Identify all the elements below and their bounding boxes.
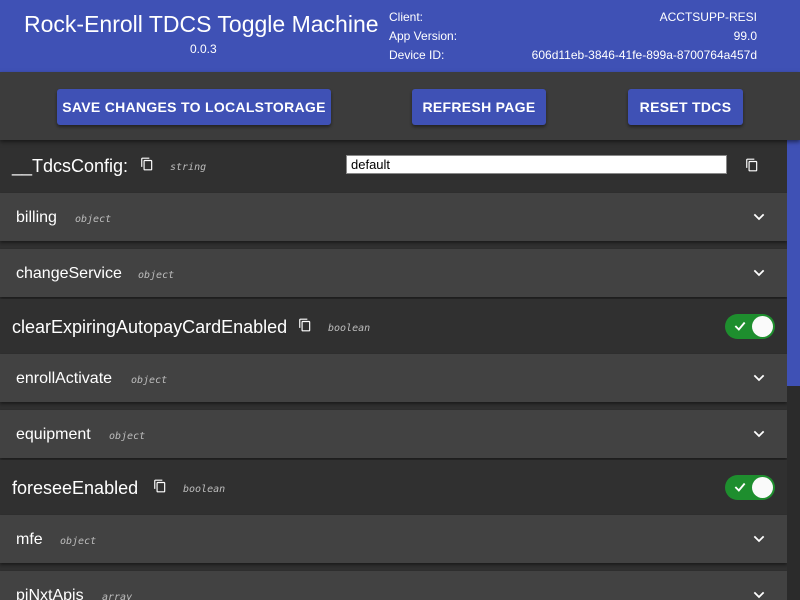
action-toolbar: SAVE CHANGES TO LOCALSTORAGE REFRESH PAG… (0, 72, 800, 140)
app-version-row: App Version: 99.0 (389, 28, 757, 47)
reset-tdcs-button[interactable]: RESET TDCS (628, 89, 743, 125)
client-value: ACCTSUPP-RESI (659, 10, 757, 24)
type-label: object (75, 214, 112, 225)
client-row: Client: ACCTSUPP-RESI (389, 9, 757, 28)
config-key: changeService (16, 265, 122, 282)
device-id-row: Device ID: 606d11eb-3846-41fe-899a-87007… (389, 47, 757, 66)
chevron-down-icon[interactable] (751, 209, 767, 225)
chevron-down-icon[interactable] (751, 531, 767, 547)
config-key: billing (16, 209, 57, 226)
device-id-value: 606d11eb-3846-41fe-899a-8700764a457d (531, 48, 757, 62)
toggle-knob (752, 477, 773, 498)
type-label: object (60, 536, 97, 547)
scrollbar-thumb[interactable] (787, 140, 800, 386)
app-header: Rock-Enroll TDCS Toggle Machine 0.0.3 Cl… (0, 0, 800, 72)
copy-icon[interactable] (298, 318, 312, 332)
copy-icon[interactable] (745, 158, 759, 172)
app-version: 0.0.3 (190, 42, 217, 56)
app-title: Rock-Enroll TDCS Toggle Machine (24, 11, 379, 37)
client-info: Client: ACCTSUPP-RESI App Version: 99.0 … (389, 9, 757, 66)
refresh-page-button[interactable]: REFRESH PAGE (412, 89, 546, 125)
config-row-billing[interactable]: billing object (0, 193, 787, 241)
type-label: array (102, 592, 133, 600)
config-row-equipment[interactable]: equipment object (0, 410, 787, 458)
chevron-down-icon[interactable] (751, 370, 767, 386)
tdcsconfig-input[interactable] (346, 155, 727, 174)
config-key: __TdcsConfig: (12, 156, 129, 176)
device-id-label: Device ID: (389, 48, 445, 62)
type-label: object (138, 270, 175, 281)
config-list: __TdcsConfig: string billing object chan… (0, 140, 787, 600)
config-row-changeservice[interactable]: changeService object (0, 249, 787, 297)
chevron-down-icon[interactable] (751, 426, 767, 442)
config-row-tdcsconfig: __TdcsConfig: string (0, 140, 787, 190)
scrollbar-track[interactable] (787, 140, 800, 600)
type-label: boolean (328, 323, 371, 334)
config-key: clearExpiringAutopayCardEnabled (12, 317, 288, 337)
app-version-value: 99.0 (733, 29, 757, 43)
config-row-foreseeenabled: foreseeEnabled boolean (0, 460, 787, 512)
config-row-pinxtapis[interactable]: piNxtApis array (0, 571, 787, 600)
save-changes-button[interactable]: SAVE CHANGES TO LOCALSTORAGE (57, 89, 331, 125)
toggle-knob (752, 316, 773, 337)
app-version-label: App Version: (389, 29, 458, 43)
config-key: piNxtApis (16, 587, 84, 600)
chevron-down-icon[interactable] (751, 587, 767, 600)
config-row-clearexpiringautopaycardenabled: clearExpiringAutopayCardEnabled boolean (0, 299, 787, 351)
config-key: equipment (16, 426, 91, 443)
toggle-switch[interactable] (725, 475, 775, 500)
check-icon (734, 321, 746, 331)
config-row-mfe[interactable]: mfe object (0, 515, 787, 563)
config-key: enrollActivate (16, 370, 113, 387)
toggle-switch[interactable] (725, 314, 775, 339)
type-label: object (109, 431, 146, 442)
config-key: mfe (16, 531, 43, 548)
client-label: Client: (389, 10, 424, 24)
type-label: string (170, 162, 207, 173)
copy-icon[interactable] (153, 479, 167, 493)
type-label: boolean (183, 484, 226, 495)
check-icon (734, 482, 746, 492)
config-key: foreseeEnabled (12, 478, 139, 498)
config-row-enrollactivate[interactable]: enrollActivate object (0, 354, 787, 402)
type-label: object (131, 375, 168, 386)
chevron-down-icon[interactable] (751, 265, 767, 281)
copy-icon[interactable] (140, 157, 154, 171)
